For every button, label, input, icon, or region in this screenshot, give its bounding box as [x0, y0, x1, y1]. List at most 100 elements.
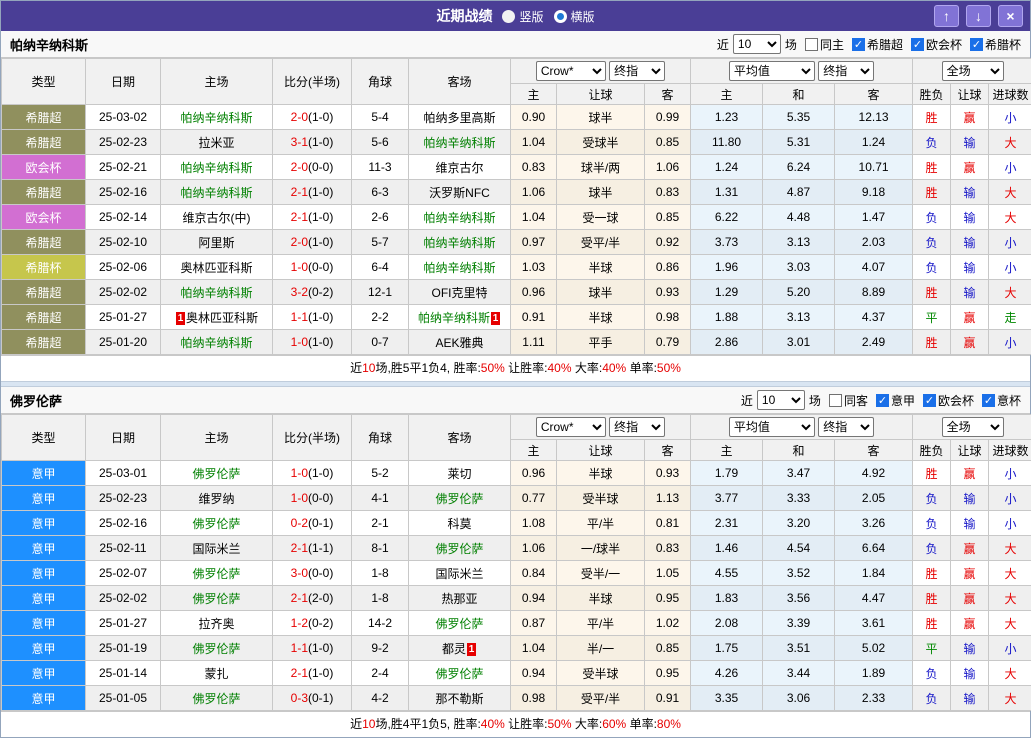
result-cell-0: 胜: [913, 180, 951, 205]
team-section-home: 帕纳辛纳科斯近10场同主✓希腊超✓欧会杯✓希腊杯类型日期主场比分(半场)角球客场…: [1, 31, 1030, 381]
europe-odds-2: 2.03: [835, 230, 913, 255]
handicap-odds-1: 平/半: [557, 611, 645, 636]
filter-checkbox-label: 欧会杯: [926, 36, 962, 53]
europe-odds-2: 4.47: [835, 586, 913, 611]
section-header: 帕纳辛纳科斯近10场同主✓希腊超✓欧会杯✓希腊杯: [1, 31, 1030, 58]
window-buttons: ↑ ↓ ×: [934, 5, 1030, 27]
scope-select[interactable]: 全场: [942, 417, 1004, 437]
away-team-name: 国际米兰: [435, 567, 483, 581]
corner-score: 9-2: [352, 636, 409, 661]
filter-checkbox-意杯[interactable]: ✓意杯: [982, 392, 1021, 409]
checked-checkbox-icon[interactable]: ✓: [852, 38, 865, 51]
filter-checkbox-希腊杯[interactable]: ✓希腊杯: [970, 36, 1021, 53]
checked-checkbox-icon[interactable]: ✓: [911, 38, 924, 51]
competition-badge: 希腊超: [2, 280, 86, 305]
layout-horizontal-option[interactable]: 横版: [554, 8, 595, 25]
summary-line: 近10场,胜5平1负4, 胜率:50% 让胜率:40% 大率:40% 单率:50…: [1, 355, 1030, 381]
corner-score: 0-7: [352, 330, 409, 355]
away-team-cell: 佛罗伦萨: [409, 611, 511, 636]
checked-checkbox-icon[interactable]: ✓: [876, 394, 889, 407]
home-team-name: 蒙扎: [204, 667, 228, 681]
fulltime-score: 2-1: [291, 185, 308, 199]
result-cell-0: 胜: [913, 155, 951, 180]
move-up-button[interactable]: ↑: [934, 5, 959, 27]
europe-time-select[interactable]: 终指: [818, 61, 874, 81]
home-team-name: 帕纳辛纳科斯: [180, 336, 252, 350]
europe-odds-2: 1.84: [835, 561, 913, 586]
corner-score: 5-6: [352, 130, 409, 155]
europe-odds-2: 1.89: [835, 661, 913, 686]
checked-checkbox-icon[interactable]: ✓: [923, 394, 936, 407]
vertical-radio-label: 竖版: [519, 8, 543, 25]
horizontal-radio-icon[interactable]: [554, 10, 567, 23]
near-count-select[interactable]: 10: [733, 34, 781, 54]
score-cell: 2-1(1-0): [273, 180, 352, 205]
europe-odds-2: 1.47: [835, 205, 913, 230]
near-count-select[interactable]: 10: [757, 390, 805, 410]
layout-vertical-option[interactable]: 竖版: [502, 8, 543, 25]
europe-odds-0: 1.83: [691, 586, 763, 611]
europe-odds-2: 2.33: [835, 686, 913, 711]
handicap-time-select[interactable]: 终指: [609, 61, 665, 81]
home-team-name: 帕纳辛纳科斯: [180, 286, 252, 300]
europe-odds-0: 6.22: [691, 205, 763, 230]
handicap-odds-2: 0.95: [645, 661, 691, 686]
filter-checkbox-欧会杯[interactable]: ✓欧会杯: [923, 392, 974, 409]
home-team-cell: 蒙扎: [161, 661, 273, 686]
handicap-time-select[interactable]: 终指: [609, 417, 665, 437]
summary-segment: 单率:: [626, 361, 657, 375]
corner-score: 11-3: [352, 155, 409, 180]
checked-checkbox-icon[interactable]: ✓: [982, 394, 995, 407]
europe-odds-2: 3.61: [835, 611, 913, 636]
europe-odds-1: 4.87: [763, 180, 835, 205]
away-team-name: 都灵: [442, 642, 466, 656]
away-team-cell: 帕纳辛纳科斯: [409, 205, 511, 230]
filter-checkbox-欧会杯[interactable]: ✓欧会杯: [911, 36, 962, 53]
panel-title: 近期战绩: [436, 6, 492, 26]
filter-bar: 近10场同客✓意甲✓欧会杯✓意杯: [741, 390, 1021, 410]
result-cell-0: 负: [913, 686, 951, 711]
vertical-radio-icon[interactable]: [502, 10, 515, 23]
table-head: 类型日期主场比分(半场)角球客场Crow* 终指平均值 终指全场主让球客主和客胜…: [2, 59, 1031, 105]
avg-select[interactable]: 平均值: [729, 61, 815, 81]
away-team-name: AEK雅典: [435, 336, 483, 350]
filter-checkbox-希腊超[interactable]: ✓希腊超: [852, 36, 903, 53]
filter-checkbox-意甲[interactable]: ✓意甲: [876, 392, 915, 409]
fulltime-score: 2-0: [291, 235, 308, 249]
col-header-5: 客场: [409, 59, 511, 105]
checked-checkbox-icon[interactable]: ✓: [970, 38, 983, 51]
unchecked-checkbox-icon[interactable]: [805, 38, 818, 51]
result-group-header: 全场: [913, 59, 1031, 84]
home-team-name: 佛罗伦萨: [192, 642, 240, 656]
score-cell: 0-3(0-1): [273, 686, 352, 711]
fulltime-score: 0-2: [291, 516, 308, 530]
fulltime-score: 1-0: [291, 491, 308, 505]
result-cell-1: 输: [951, 636, 989, 661]
bookmaker-select[interactable]: Crow*: [536, 417, 606, 437]
handicap-odds-1: 球半: [557, 280, 645, 305]
europe-time-select[interactable]: 终指: [818, 417, 874, 437]
avg-select[interactable]: 平均值: [729, 417, 815, 437]
result-cell-1: 赢: [951, 611, 989, 636]
result-cell-2: 大: [989, 661, 1031, 686]
move-down-button[interactable]: ↓: [966, 5, 991, 27]
europe-odds-0: 2.08: [691, 611, 763, 636]
result-cell-2: 大: [989, 586, 1031, 611]
sub-header-7: 让球: [951, 84, 989, 105]
sub-header-8: 进球数: [989, 84, 1031, 105]
match-row: 欧会杯25-02-14维京古尔(中)2-1(1-0)2-6帕纳辛纳科斯1.04受…: [2, 205, 1031, 230]
filter-checkbox-同主[interactable]: 同主: [805, 36, 844, 53]
unchecked-checkbox-icon[interactable]: [829, 394, 842, 407]
filter-checkbox-同客[interactable]: 同客: [829, 392, 868, 409]
handicap-odds-0: 0.94: [511, 586, 557, 611]
match-row: 希腊超25-02-10阿里斯2-0(1-0)5-7帕纳辛纳科斯0.97受平/半0…: [2, 230, 1031, 255]
scope-select[interactable]: 全场: [942, 61, 1004, 81]
sub-header-6: 胜负: [913, 440, 951, 461]
result-cell-2: 小: [989, 636, 1031, 661]
close-button[interactable]: ×: [998, 5, 1023, 27]
bookmaker-select[interactable]: Crow*: [536, 61, 606, 81]
handicap-odds-2: 0.99: [645, 105, 691, 130]
europe-odds-0: 3.77: [691, 486, 763, 511]
results-table: 类型日期主场比分(半场)角球客场Crow* 终指平均值 终指全场主让球客主和客胜…: [1, 58, 1031, 355]
handicap-odds-2: 1.02: [645, 611, 691, 636]
